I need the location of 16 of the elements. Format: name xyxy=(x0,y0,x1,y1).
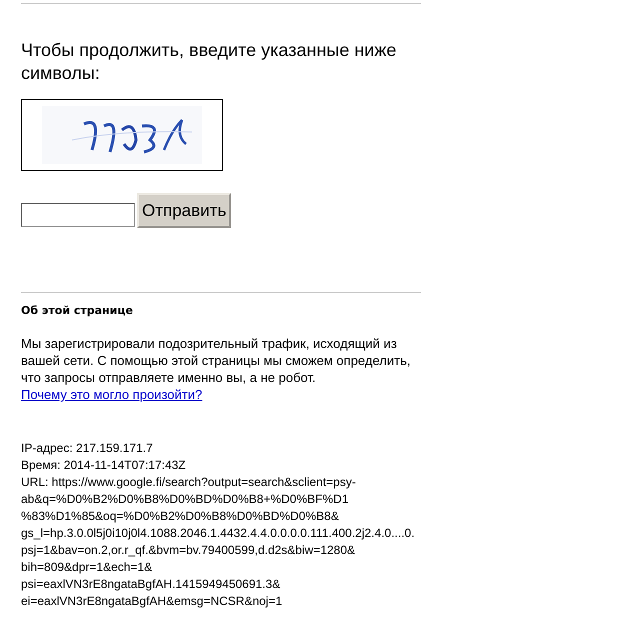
detail-line: bih=809&dpr=1&ech=1& xyxy=(21,559,152,576)
detail-line: gs_l=hp.3.0.0l5j0i10j0l4.1088.2046.1.4432.4.4.0.0.0.0.111.400.2j2.4.0....0. xyxy=(21,525,415,542)
detail-line: ei=eaxlVN3rE8ngataBgfAH&emsg=NCSR&noj=1 xyxy=(21,593,282,610)
detail-line: ab&q=%D0%B2%D0%B8%D0%BD%D0%B8+%D0%BF%D1 xyxy=(21,491,348,508)
detail-line: IP-адрес: 217.159.171.7 xyxy=(21,440,153,457)
info-paragraph: Мы зарегистрировали подозрительный трафик, исходящий из вашей сети. С помощью этой страницы мы сможем определить, что запросы отправляете именно вы, а не робот. Почему это могло произойти? xyxy=(21,335,411,403)
prompt-heading: Чтобы продолжить, введите указанные ниже символы: xyxy=(21,39,398,85)
section-title: Об этой странице xyxy=(21,304,134,317)
detail-line: psi=eaxlVN3rE8ngataBgfAH.1415949450691.3& xyxy=(21,576,280,593)
answer-field[interactable] xyxy=(21,203,135,227)
submit-button[interactable]: Отправить xyxy=(137,193,232,228)
why-link[interactable]: Почему это могло произойти? xyxy=(21,387,202,402)
detail-line: URL: https://www.google.fi/search?output=search&sclient=psy- xyxy=(21,474,356,491)
detail-line: psj=1&bav=on.2,or.r_qf.&bvm=bv.79400599,d.d2s&biw=1280& xyxy=(21,542,356,559)
detail-line: %83%D1%85&oq=%D0%B2%D0%B8%D0%BD%D0%B8& xyxy=(21,508,339,525)
detail-line: Время: 2014-11-14T07:17:43Z xyxy=(21,457,186,474)
